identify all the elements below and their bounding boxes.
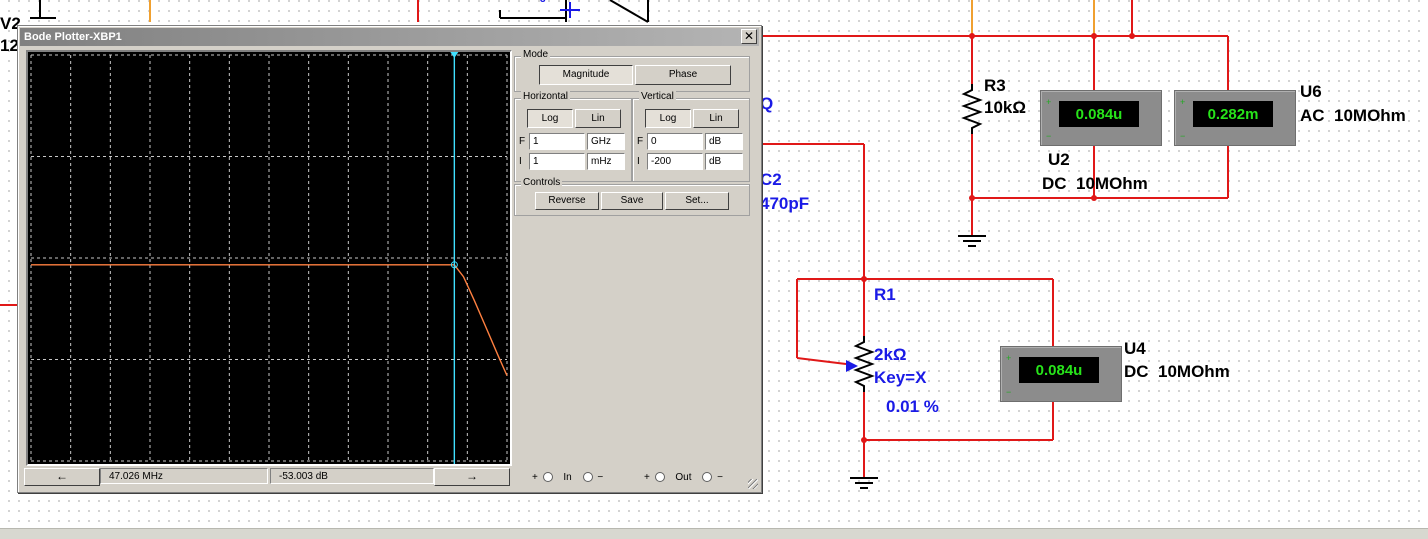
r3-value-label: 10kΩ — [984, 98, 1026, 117]
cursor-magnitude-readout: -53.003 dB — [270, 468, 434, 484]
minus-terminal-icon: − — [1180, 131, 1186, 141]
window-titlebar[interactable]: Bode Plotter-XBP1 — [20, 28, 759, 46]
horizontal-group-title: Horizontal — [521, 91, 571, 102]
multimeter-u6[interactable]: + − 0.282m — [1174, 90, 1296, 146]
multimeter-u2[interactable]: + − 0.084u — [1040, 90, 1162, 146]
window-title: Bode Plotter-XBP1 — [24, 31, 122, 43]
phase-button[interactable]: Phase — [635, 65, 731, 85]
vertical-final-label: F — [637, 136, 644, 147]
multimeter-u4[interactable]: + − 0.084u — [1000, 346, 1122, 402]
cursor-right-button[interactable]: → — [434, 468, 510, 486]
u6-mode-label: AC 10MOhm — [1300, 106, 1406, 125]
plot-grid — [30, 54, 508, 462]
plus-terminal-icon: + — [1006, 353, 1012, 363]
horizontal-log-button[interactable]: Log — [527, 109, 573, 128]
vertical-log-button[interactable]: Log — [645, 109, 691, 128]
r3-name-label: R3 — [984, 76, 1006, 95]
output-terminals[interactable]: + Out − — [644, 472, 723, 483]
u2-mode-label: DC 10MOhm — [1042, 174, 1148, 193]
vertical-lin-button[interactable]: Lin — [693, 109, 739, 128]
horizontal-final-unit-input[interactable]: GHz — [587, 133, 625, 150]
out-minus-terminal-icon[interactable] — [702, 472, 713, 483]
meter-reading: 0.084u — [1019, 357, 1099, 383]
out-minus-label: − — [717, 472, 723, 483]
u4-name-label: U4 — [1124, 339, 1146, 358]
c2-value-label: 470pF — [760, 194, 810, 213]
meter-reading: 0.282m — [1193, 101, 1273, 127]
opamp-pin-label: 3 — [540, 0, 546, 5]
vertical-initial-value-input[interactable]: -200 — [647, 153, 703, 170]
u4-mode-label: DC 10MOhm — [1124, 362, 1230, 381]
cursor-status-bar: ← 47.026 MHz -53.003 dB → — [24, 468, 510, 486]
bode-plot-area[interactable] — [26, 50, 512, 466]
mode-group: Mode Magnitude Phase — [514, 49, 750, 92]
resize-grip-icon[interactable] — [748, 479, 758, 489]
close-icon[interactable]: ✕ — [741, 29, 757, 44]
controls-group-title: Controls — [521, 177, 563, 188]
horizontal-lin-button[interactable]: Lin — [575, 109, 621, 128]
plus-terminal-icon: + — [1180, 97, 1186, 107]
vertical-group: Vertical Log Lin F 0 dB I -200 dB — [632, 91, 750, 182]
mode-group-title: Mode — [521, 49, 551, 60]
horizontal-final-value-input[interactable]: 1 — [529, 133, 585, 150]
vertical-initial-label: I — [637, 156, 640, 167]
u2-name-label: U2 — [1048, 150, 1070, 169]
r1-value-label: 2kΩ — [874, 345, 907, 364]
in-plus-terminal-icon[interactable] — [542, 472, 553, 483]
in-label: In — [563, 472, 572, 483]
horizontal-initial-unit-input[interactable]: mHz — [587, 153, 625, 170]
horizontal-final-label: F — [519, 136, 526, 147]
r1-percent-label: 0.01 % — [886, 397, 939, 416]
save-button[interactable]: Save — [601, 192, 663, 210]
bode-plot-svg — [30, 52, 508, 464]
out-plus-terminal-icon[interactable] — [654, 472, 665, 483]
vertical-initial-unit-input[interactable]: dB — [705, 153, 743, 170]
u6-name-label: U6 — [1300, 82, 1322, 101]
minus-terminal-icon: − — [1046, 131, 1052, 141]
r1-key-label: Key=X — [874, 368, 927, 387]
magnitude-button[interactable]: Magnitude — [539, 65, 633, 85]
out-plus-label: + — [644, 472, 650, 483]
meter-reading: 0.084u — [1059, 101, 1139, 127]
horizontal-initial-value-input[interactable]: 1 — [529, 153, 585, 170]
vertical-final-unit-input[interactable]: dB — [705, 133, 743, 150]
horizontal-group: Horizontal Log Lin F 1 GHz I 1 mHz — [514, 91, 632, 182]
horizontal-initial-label: I — [519, 156, 522, 167]
cursor-left-button[interactable]: ← — [24, 468, 100, 486]
status-strip — [0, 528, 1428, 539]
cursor-frequency-readout: 47.026 MHz — [100, 468, 268, 484]
controls-group: Controls Reverse Save Set... — [514, 177, 750, 216]
minus-terminal-icon: − — [1006, 387, 1012, 397]
r1-name-label: R1 — [874, 285, 896, 304]
c2-name-label: C2 — [760, 170, 782, 189]
set-button[interactable]: Set... — [665, 192, 729, 210]
plus-terminal-icon: + — [1046, 97, 1052, 107]
vertical-final-value-input[interactable]: 0 — [647, 133, 703, 150]
in-plus-label: + — [532, 472, 538, 483]
in-minus-label: − — [597, 472, 604, 483]
input-terminals[interactable]: + In − — [532, 472, 603, 483]
vertical-group-title: Vertical — [639, 91, 676, 102]
bode-plotter-window[interactable]: Bode Plotter-XBP1 ✕ ← 47.026 MHz -53.003… — [17, 25, 762, 493]
reverse-button[interactable]: Reverse — [535, 192, 599, 210]
in-minus-terminal-icon[interactable] — [582, 472, 593, 483]
out-label: Out — [675, 472, 692, 483]
